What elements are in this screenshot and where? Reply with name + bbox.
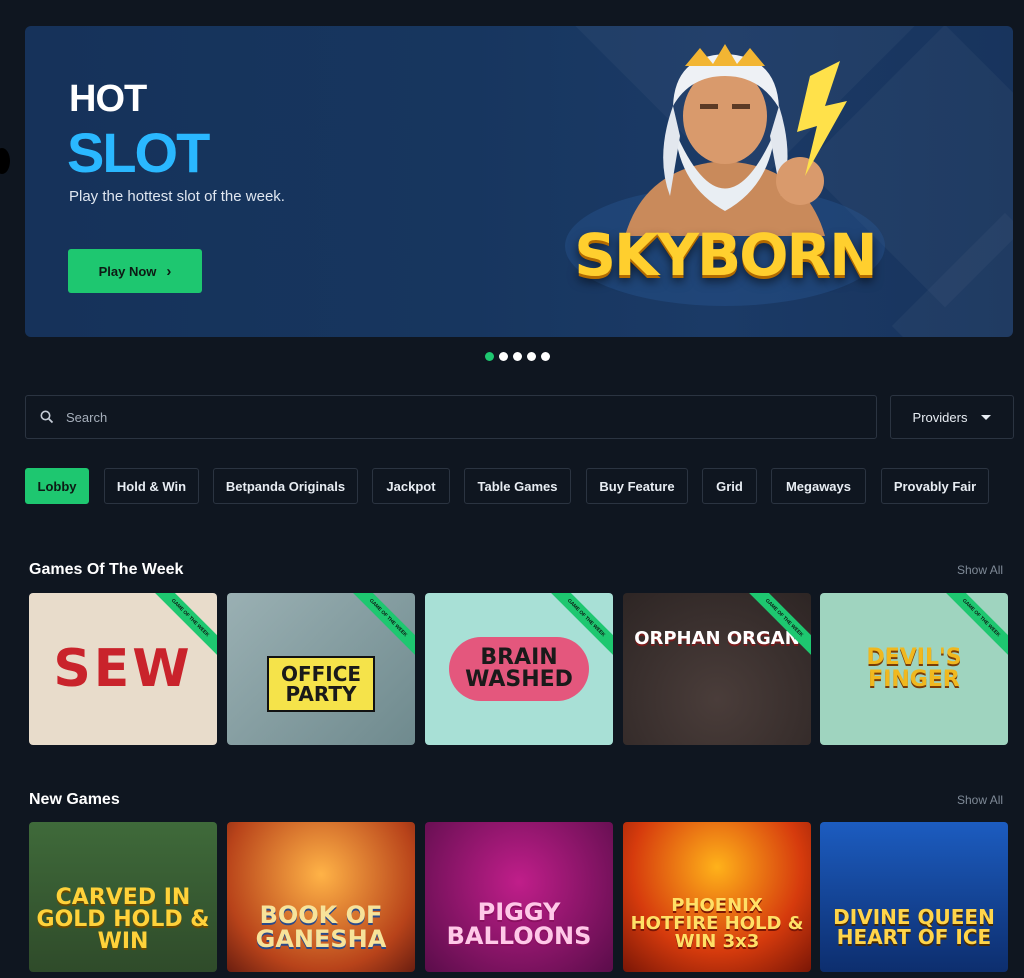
- game-card-phoenix-hotfire[interactable]: PHOENIX HOTFIRE HOLD & WIN 3x3: [623, 822, 811, 972]
- tab-lobby[interactable]: Lobby: [25, 468, 89, 504]
- game-title: CARVED IN GOLD HOLD & WIN: [36, 884, 210, 954]
- game-title: BOOK OF GANESHA: [255, 901, 387, 953]
- tab-betpanda-originals[interactable]: Betpanda Originals: [213, 468, 358, 504]
- game-title: PHOENIX HOTFIRE HOLD & WIN 3x3: [630, 895, 804, 952]
- carousel-dot[interactable]: [527, 352, 536, 361]
- play-now-button[interactable]: Play Now ›: [68, 249, 202, 293]
- game-card-book-of-ganesha[interactable]: BOOK OF GANESHA: [227, 822, 415, 972]
- skyborn-logo: SKYBORN: [574, 221, 877, 289]
- game-card-sew[interactable]: SEW GAME OF THE WEEK: [29, 593, 217, 745]
- show-all-link[interactable]: Show All: [957, 563, 1003, 577]
- play-now-label: Play Now: [98, 263, 157, 279]
- section-title-games-of-week: Games Of The Week: [29, 561, 184, 578]
- carousel-dot[interactable]: [485, 352, 494, 361]
- search-bar[interactable]: [25, 395, 877, 439]
- game-title: SEW: [53, 639, 193, 699]
- tab-buy-feature[interactable]: Buy Feature: [586, 468, 688, 504]
- game-title: DEVIL'S FINGER: [866, 645, 962, 692]
- hero-banner[interactable]: HOT SLOT Play the hottest slot of the we…: [25, 26, 1013, 337]
- game-card-piggy-balloons[interactable]: PIGGY BALLOONS: [425, 822, 613, 972]
- game-card-carved-in-gold[interactable]: CARVED IN GOLD HOLD & WIN: [29, 822, 217, 972]
- tab-hold-and-win[interactable]: Hold & Win: [104, 468, 199, 504]
- tab-provably-fair[interactable]: Provably Fair: [881, 468, 989, 504]
- game-card-devils-finger[interactable]: DEVIL'S FINGER GAME OF THE WEEK: [820, 593, 1008, 745]
- edge-scroll-handle: [0, 148, 10, 174]
- chevron-right-icon: ›: [166, 262, 172, 280]
- game-card-orphan-organ[interactable]: ORPHAN ORGAN GAME OF THE WEEK: [623, 593, 811, 745]
- game-title: OFFICE PARTY: [267, 656, 375, 713]
- hero-title: SLOT: [67, 121, 210, 184]
- providers-dropdown[interactable]: Providers: [890, 395, 1014, 439]
- tab-grid[interactable]: Grid: [702, 468, 757, 504]
- search-input[interactable]: [66, 409, 766, 425]
- game-title: DIVINE QUEEN HEART OF ICE: [833, 905, 995, 949]
- show-all-link[interactable]: Show All: [957, 793, 1003, 807]
- carousel-dot[interactable]: [541, 352, 550, 361]
- tab-jackpot[interactable]: Jackpot: [372, 468, 450, 504]
- tab-megaways[interactable]: Megaways: [771, 468, 866, 504]
- search-icon: [40, 410, 54, 424]
- section-title-new-games: New Games: [29, 791, 120, 808]
- game-of-week-ribbon: GAME OF THE WEEK: [344, 593, 415, 662]
- game-title: ORPHAN ORGAN: [634, 627, 800, 649]
- game-title: PIGGY BALLOONS: [446, 898, 592, 950]
- game-card-office-party[interactable]: OFFICE PARTY GAME OF THE WEEK: [227, 593, 415, 745]
- hero-subtitle: Play the hottest slot of the week.: [69, 188, 285, 205]
- providers-label: Providers: [912, 409, 968, 425]
- tab-table-games[interactable]: Table Games: [464, 468, 571, 504]
- carousel-dot[interactable]: [499, 352, 508, 361]
- game-title: BRAIN WASHED: [449, 637, 589, 701]
- carousel-pagination: [485, 352, 550, 361]
- carousel-dot[interactable]: [513, 352, 522, 361]
- caret-down-icon: [981, 414, 992, 420]
- hero-kicker: HOT: [69, 78, 147, 120]
- game-card-divine-queen[interactable]: DIVINE QUEEN HEART OF ICE: [820, 822, 1008, 972]
- game-card-brain-washed[interactable]: BRAIN WASHED GAME OF THE WEEK: [425, 593, 613, 745]
